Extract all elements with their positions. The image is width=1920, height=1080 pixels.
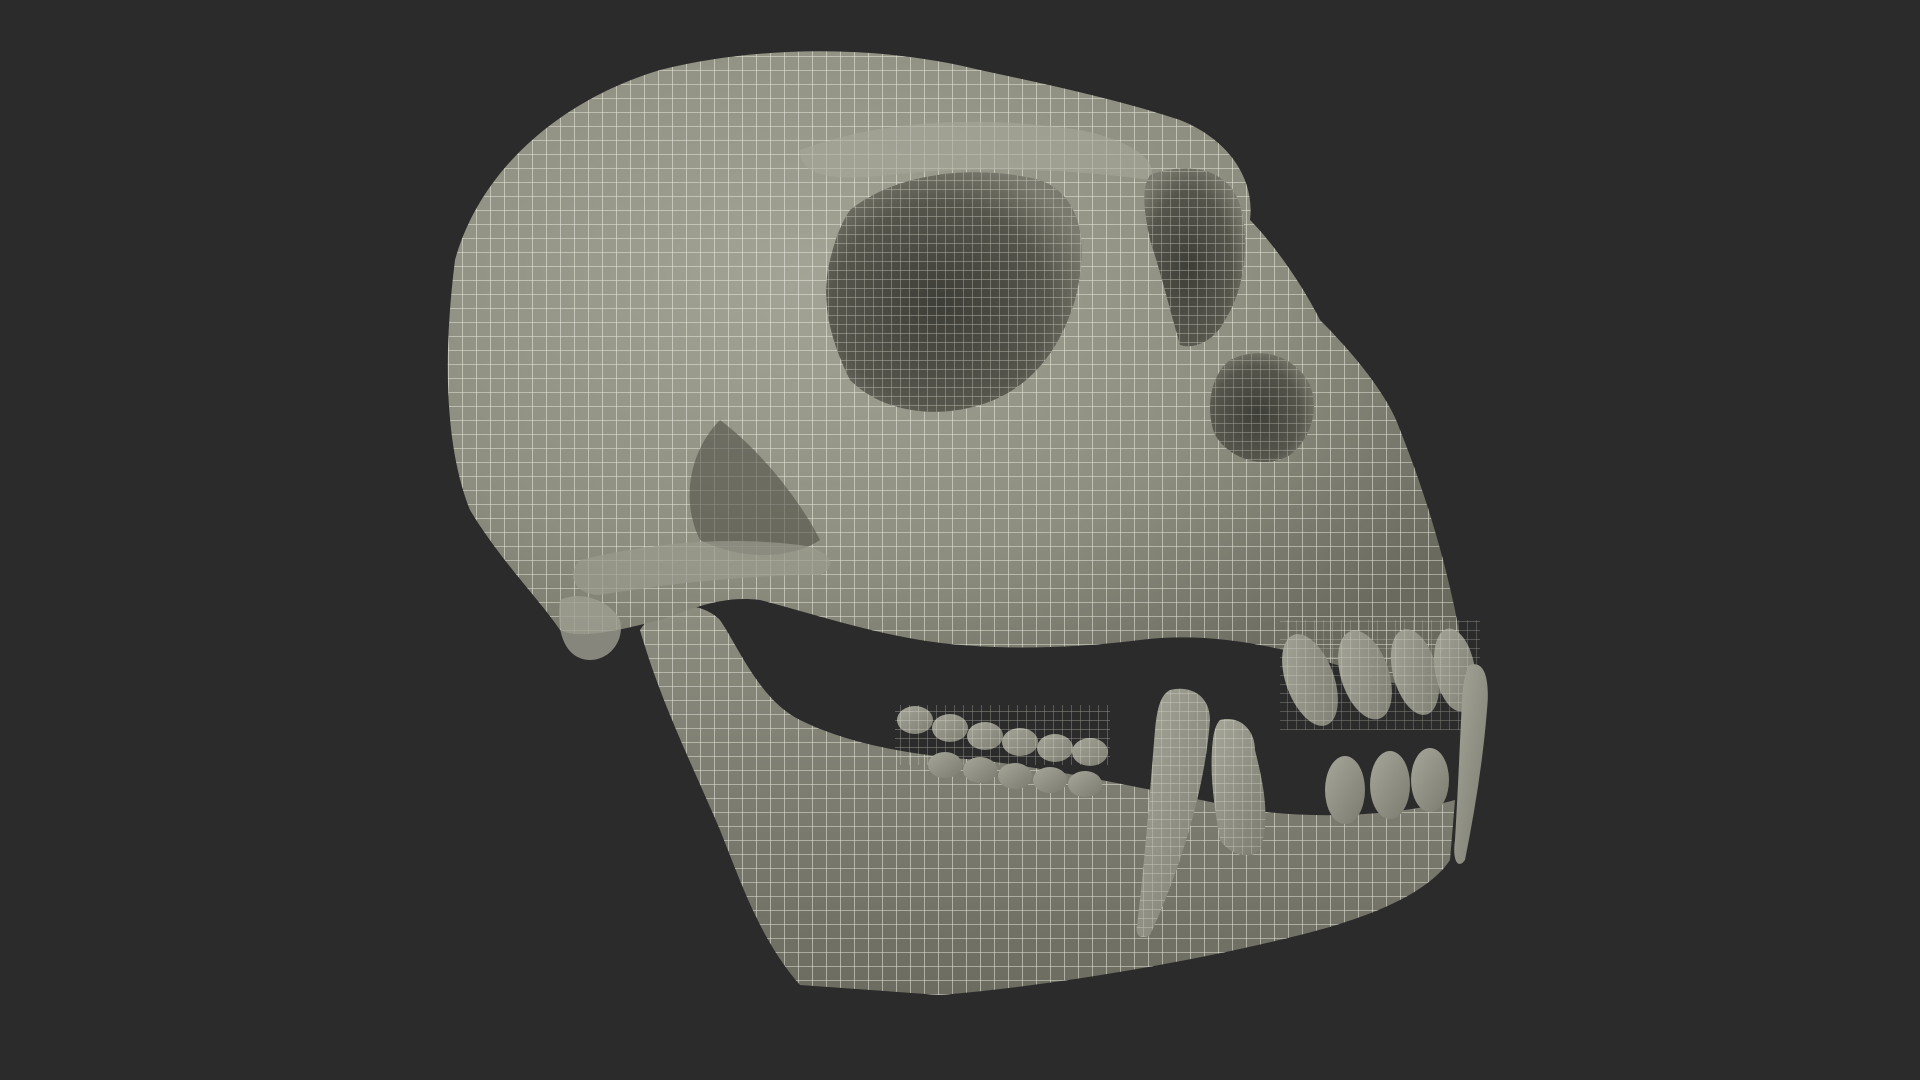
nasal-cavity	[1210, 353, 1314, 463]
upper-incisors	[1280, 620, 1480, 730]
skull-render	[447, 51, 1488, 995]
upper-molars	[895, 705, 1110, 766]
render-viewport	[0, 0, 1920, 1080]
lower-canine	[1211, 719, 1266, 856]
